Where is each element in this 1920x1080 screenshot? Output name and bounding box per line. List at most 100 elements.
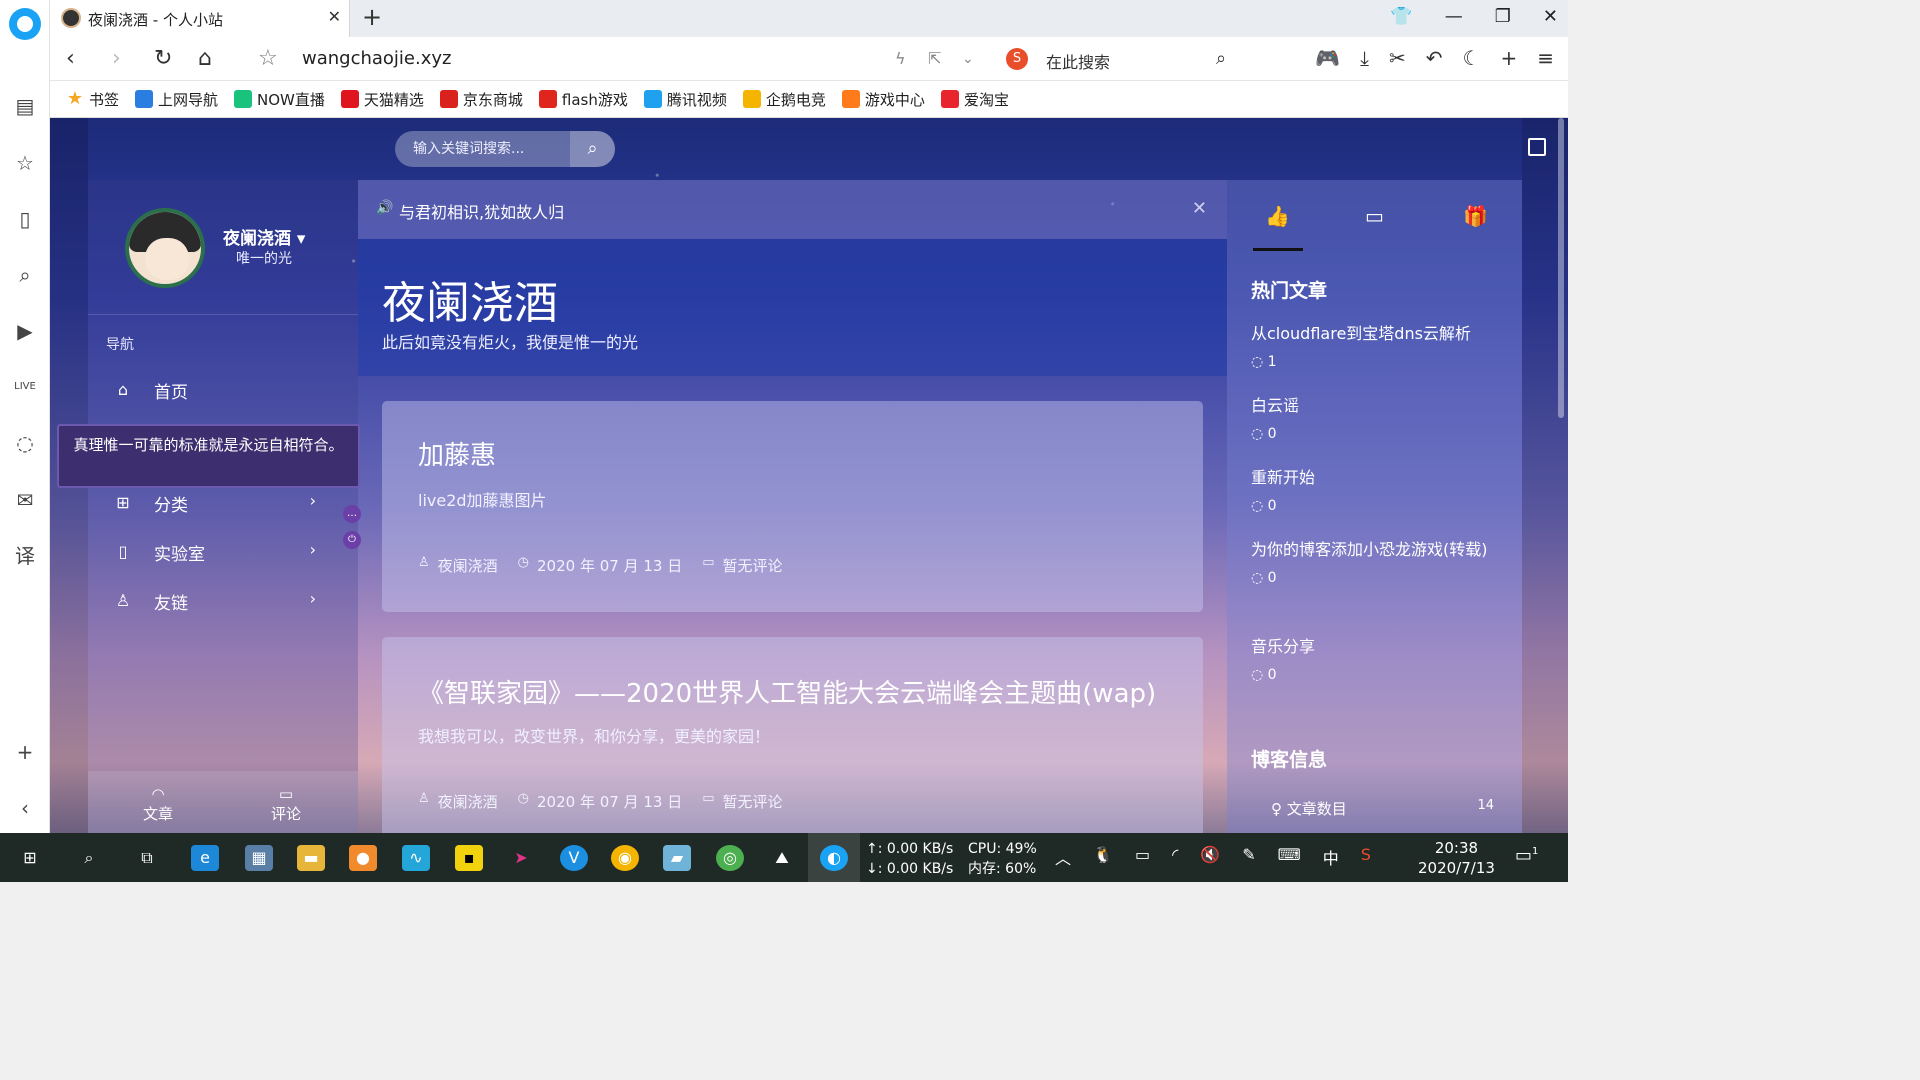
bookmark-star-icon[interactable]: ☆ (258, 46, 278, 71)
power-icon[interactable]: ⏻ (343, 531, 361, 549)
keyboard-icon[interactable]: ⌨ (1278, 845, 1301, 869)
sticky-notes-icon[interactable]: ▪ (455, 845, 483, 871)
flash-icon[interactable]: ϟ (895, 49, 906, 68)
favorites-icon[interactable]: ☆ (11, 149, 39, 177)
nav-item-lab[interactable]: ▯ 实验室 › (114, 540, 334, 570)
search-icon[interactable]: ⌕ (11, 261, 39, 289)
active-tab[interactable]: 夜阑浇酒 - 个人小站 ✕ (50, 0, 350, 37)
home-icon[interactable]: ⌂ (198, 46, 212, 71)
close-tab-icon[interactable]: ✕ (328, 7, 341, 26)
ball-app-icon[interactable]: ◉ (611, 845, 639, 871)
back-icon[interactable]: ‹ (66, 46, 75, 71)
wifi-icon[interactable]: ◜ (1172, 845, 1178, 869)
hot-article-item[interactable]: 重新开始 ◌ 0 (1251, 466, 1501, 518)
v-app-icon[interactable]: V (560, 845, 588, 871)
page-scrollbar[interactable] (1558, 118, 1564, 418)
hot-article-title[interactable]: 白云谣 (1251, 394, 1501, 418)
ime-indicator[interactable]: 中 (1323, 845, 1339, 869)
bookmark-item[interactable]: 游戏中心 (841, 89, 925, 110)
translate-icon[interactable]: 译 (11, 542, 39, 570)
start-icon[interactable]: ⊞ (16, 845, 44, 871)
cut-icon[interactable]: ✂ (1389, 46, 1406, 70)
new-tab-icon[interactable]: + (362, 3, 382, 31)
task-view-icon[interactable]: ⧉ (133, 845, 161, 871)
url-field[interactable]: wangchaojie.xyz (302, 48, 451, 69)
undo-icon[interactable]: ↶ (1426, 46, 1443, 70)
reload-icon[interactable]: ↻ (154, 46, 172, 71)
site-search-input[interactable] (395, 131, 570, 167)
file-explorer-icon[interactable]: ▬ (297, 845, 325, 871)
volume-mute-icon[interactable]: 🔇 (1200, 845, 1220, 869)
pulse-app-icon[interactable]: ∿ (402, 845, 430, 871)
search-engine-icon[interactable]: S (1006, 48, 1028, 70)
battery-icon[interactable]: ▭ (1135, 845, 1150, 869)
nav-item-home[interactable]: ⌂ 首页 (114, 378, 334, 408)
restore-icon[interactable]: ❐ (1495, 6, 1511, 27)
tab-articles[interactable]: ◠ 文章 (128, 785, 188, 824)
bookmark-item[interactable]: 天猫精选 (340, 89, 424, 110)
bookmark-item[interactable]: 上网导航 (135, 89, 218, 110)
nav-item-links[interactable]: ♙ 友链 › (114, 589, 334, 619)
gamepad-icon[interactable]: 🎮 (1315, 46, 1340, 70)
skin-icon[interactable]: 👕 (1390, 6, 1412, 27)
comment-tab-icon[interactable]: ▭ (1365, 204, 1384, 228)
chat-bubble-icon[interactable]: … (343, 505, 361, 523)
post-title[interactable]: 《智联家园》——2020世界人工智能大会云端峰会主题曲(wap) (418, 673, 1156, 710)
chat-icon[interactable]: ◌ (11, 429, 39, 457)
bookmark-item[interactable]: 京东商城 (439, 89, 523, 110)
dropdown-icon[interactable]: ⌄ (962, 51, 974, 67)
username[interactable]: 夜阑浇酒 ▾ (223, 224, 305, 249)
forward-icon[interactable]: › (112, 46, 121, 71)
pen-icon[interactable]: ✎ (1242, 845, 1255, 869)
qq-tray-icon[interactable]: 🐧 (1093, 845, 1113, 869)
clock[interactable]: 20:38 2020/7/13 (1418, 838, 1495, 878)
hot-article-item[interactable]: 音乐分享 ◌ 0 (1251, 635, 1501, 687)
share-icon[interactable]: ⇱ (928, 49, 941, 68)
tab-comments[interactable]: ▭ 评论 (256, 785, 316, 824)
plus-icon[interactable]: + (1500, 46, 1517, 70)
close-window-icon[interactable]: ✕ (1543, 6, 1558, 27)
bookmark-item[interactable]: ★ 书签 (66, 89, 119, 110)
hot-article-item[interactable]: 从cloudflare到宝塔dns云解析 ◌ 1 (1251, 322, 1501, 374)
avatar[interactable] (125, 208, 205, 288)
add-icon[interactable]: + (11, 738, 39, 766)
hot-article-title[interactable]: 为你的博客添加小恐龙游戏(转载) (1251, 538, 1501, 562)
sogou-icon[interactable]: S (1361, 845, 1371, 869)
reader-icon[interactable]: ▯ (11, 205, 39, 233)
search-go-icon[interactable]: ⌕ (1216, 48, 1226, 69)
chevron-up-icon[interactable]: ︿ (1055, 845, 1071, 869)
post-card[interactable]: 加藤惠 live2d加藤惠图片 ♙ 夜阑浇酒 ◷ 2020 年 07 月 13 日 … (382, 401, 1203, 612)
live-icon[interactable]: LIVE (11, 373, 39, 401)
thumbs-up-icon[interactable]: 👍 (1265, 204, 1290, 228)
hot-article-title[interactable]: 从cloudflare到宝塔dns云解析 (1251, 322, 1501, 346)
browser-logo-icon[interactable] (9, 8, 41, 40)
download-icon[interactable]: ⤓ (1360, 46, 1369, 70)
hot-article-item[interactable]: 为你的博客添加小恐龙游戏(转载) ◌ 0 (1251, 538, 1501, 590)
bookmark-item[interactable]: 企鹅电竞 (742, 89, 826, 110)
close-icon[interactable]: ✕ (1192, 198, 1207, 219)
qq-browser-icon[interactable]: ◐ (820, 845, 848, 871)
collapse-icon[interactable]: ‹ (11, 794, 39, 822)
bookmark-item[interactable]: NOW直播 (234, 89, 325, 110)
menu-icon[interactable]: ≡ (1537, 46, 1554, 70)
nav-item-category[interactable]: ⊞ 分类 › (114, 491, 334, 521)
mail-icon[interactable]: ✉ (11, 486, 39, 514)
hot-article-title[interactable]: 音乐分享 (1251, 635, 1501, 659)
minimize-icon[interactable]: — (1445, 6, 1463, 27)
edge-icon[interactable]: e (191, 845, 219, 871)
hot-article-item[interactable]: 白云谣 ◌ 0 (1251, 394, 1501, 446)
bookmark-item[interactable]: flash游戏 (538, 89, 628, 110)
night-mode-icon[interactable]: ☾ (1463, 46, 1481, 70)
video-icon[interactable]: ▶ (11, 317, 39, 345)
notification-icon[interactable]: ▭1 (1515, 845, 1538, 866)
news-icon[interactable]: ▤ (11, 92, 39, 120)
bookmark-item[interactable]: 腾讯视频 (643, 89, 727, 110)
monitor-app-icon[interactable]: ▦ (245, 845, 273, 871)
photos-icon[interactable]: ⛰ (768, 845, 796, 871)
colorful-app-icon[interactable]: ● (349, 845, 377, 871)
gift-icon[interactable]: 🎁 (1463, 204, 1488, 228)
post-title[interactable]: 加藤惠 (418, 435, 496, 472)
post-card[interactable]: 《智联家园》——2020世界人工智能大会云端峰会主题曲(wap) 我想我可以，改… (382, 637, 1203, 833)
search-icon[interactable]: ⌕ (75, 845, 103, 871)
notes-app-icon[interactable]: ▰ (663, 845, 691, 871)
